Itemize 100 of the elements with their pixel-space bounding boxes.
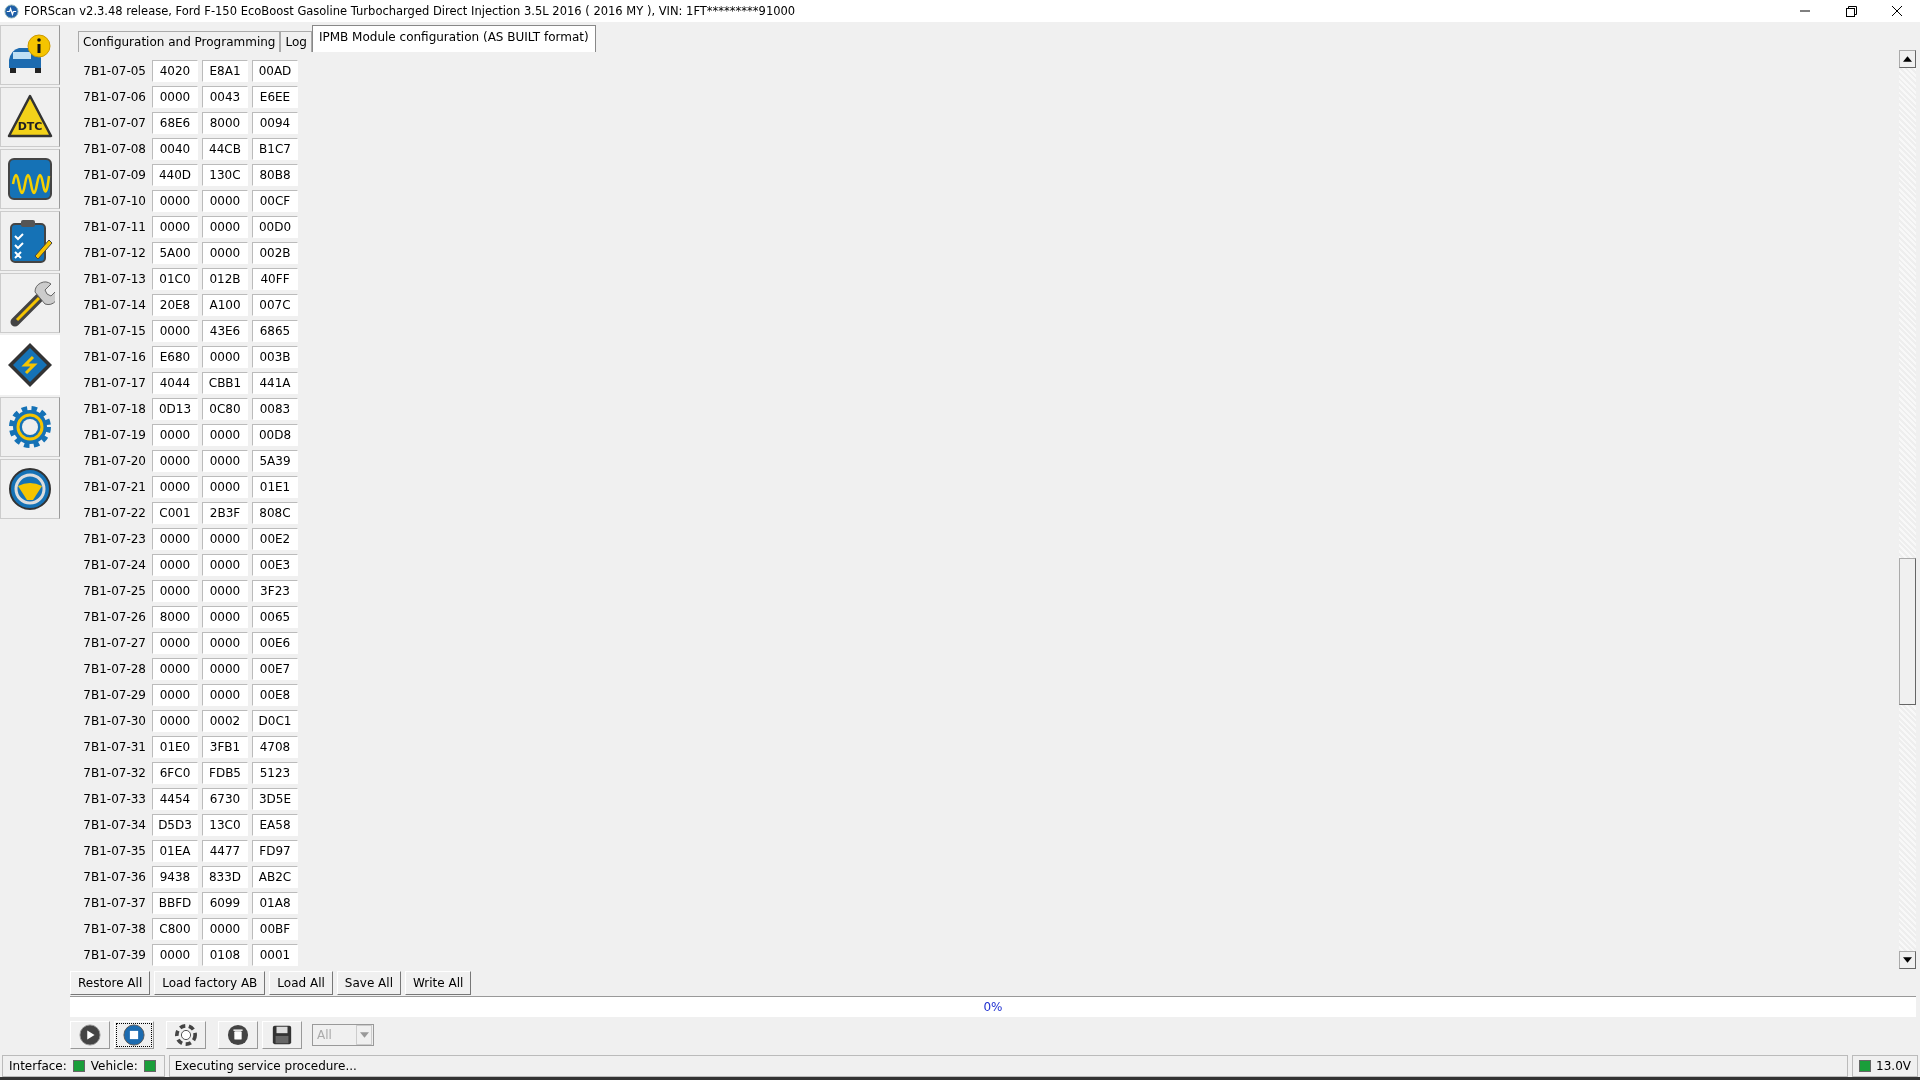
hex-value-field[interactable]: 2B3F — [202, 502, 248, 524]
hex-value-field[interactable]: 0000 — [202, 476, 248, 498]
hex-value-field[interactable]: 13C0 — [202, 814, 248, 836]
hex-value-field[interactable]: 0000 — [152, 476, 198, 498]
hex-value-field[interactable]: 3FB1 — [202, 736, 248, 758]
hex-value-field[interactable]: 0000 — [152, 580, 198, 602]
hex-value-field[interactable]: 130C — [202, 164, 248, 186]
hex-value-field[interactable]: C800 — [152, 918, 198, 940]
hex-value-field[interactable]: E8A1 — [202, 60, 248, 82]
hex-value-field[interactable]: 0000 — [202, 190, 248, 212]
action-button[interactable]: Restore All — [70, 971, 151, 995]
hex-value-field[interactable]: 8000 — [202, 112, 248, 134]
hex-value-field[interactable]: 00E3 — [252, 554, 298, 576]
hex-value-field[interactable]: 00E6 — [252, 632, 298, 654]
hex-value-field[interactable]: E680 — [152, 346, 198, 368]
toolbar-button[interactable] — [70, 1021, 110, 1049]
hex-value-field[interactable]: 0001 — [252, 944, 298, 966]
hex-value-field[interactable]: FD97 — [252, 840, 298, 862]
hex-value-field[interactable]: 0C80 — [202, 398, 248, 420]
hex-value-field[interactable]: 00CF — [252, 190, 298, 212]
hex-value-field[interactable]: 0000 — [152, 190, 198, 212]
hex-value-field[interactable]: 0000 — [152, 424, 198, 446]
hex-value-field[interactable]: 440D — [152, 164, 198, 186]
action-button[interactable]: Write All — [405, 971, 472, 995]
hex-value-field[interactable]: 0000 — [202, 580, 248, 602]
toolbar-button[interactable] — [218, 1021, 258, 1049]
hex-value-field[interactable]: 4044 — [152, 372, 198, 394]
toolbar-button[interactable] — [114, 1021, 154, 1049]
hex-value-field[interactable]: 20E8 — [152, 294, 198, 316]
hex-value-field[interactable]: 0065 — [252, 606, 298, 628]
hex-value-field[interactable]: 0000 — [152, 684, 198, 706]
hex-value-field[interactable]: 012B — [202, 268, 248, 290]
hex-value-field[interactable]: 0108 — [202, 944, 248, 966]
hex-value-field[interactable]: 0000 — [202, 658, 248, 680]
hex-value-field[interactable]: C001 — [152, 502, 198, 524]
hex-value-field[interactable]: BBFD — [152, 892, 198, 914]
lifebuoy-icon[interactable] — [175, 1024, 197, 1046]
trash-icon[interactable] — [227, 1024, 249, 1046]
hex-value-field[interactable]: 6FC0 — [152, 762, 198, 784]
hex-value-field[interactable]: 0000 — [152, 86, 198, 108]
hex-value-field[interactable]: 00BF — [252, 918, 298, 940]
hex-value-field[interactable]: 6099 — [202, 892, 248, 914]
hex-value-field[interactable]: 00E7 — [252, 658, 298, 680]
sidebar-button[interactable] — [0, 273, 60, 333]
hex-value-field[interactable]: 0000 — [152, 658, 198, 680]
hex-value-field[interactable]: 4020 — [152, 60, 198, 82]
hex-value-field[interactable]: 0000 — [152, 554, 198, 576]
sidebar-button[interactable] — [0, 25, 60, 85]
hex-value-field[interactable]: 0000 — [202, 684, 248, 706]
scroll-down-icon[interactable] — [1899, 951, 1916, 969]
hex-value-field[interactable]: 0000 — [152, 320, 198, 342]
hex-value-field[interactable]: 0002 — [202, 710, 248, 732]
hex-value-field[interactable]: EA58 — [252, 814, 298, 836]
hex-value-field[interactable]: AB2C — [252, 866, 298, 888]
tab[interactable]: Log — [280, 31, 312, 52]
hex-value-field[interactable]: D5D3 — [152, 814, 198, 836]
hex-value-field[interactable]: 3F23 — [252, 580, 298, 602]
hex-value-field[interactable]: 5A39 — [252, 450, 298, 472]
hex-value-field[interactable]: 0000 — [152, 528, 198, 550]
hex-value-field[interactable]: 0000 — [202, 424, 248, 446]
hex-value-field[interactable]: 0000 — [202, 918, 248, 940]
hex-value-field[interactable]: 0000 — [202, 632, 248, 654]
hex-value-field[interactable]: 007C — [252, 294, 298, 316]
hex-value-field[interactable]: 4477 — [202, 840, 248, 862]
hex-value-field[interactable]: 0000 — [202, 346, 248, 368]
hex-value-field[interactable]: 01C0 — [152, 268, 198, 290]
hex-value-field[interactable]: FDB5 — [202, 762, 248, 784]
hex-value-field[interactable]: 441A — [252, 372, 298, 394]
hex-value-field[interactable]: 4708 — [252, 736, 298, 758]
hex-value-field[interactable]: 01E0 — [152, 736, 198, 758]
play-icon[interactable] — [79, 1024, 101, 1046]
hex-value-field[interactable]: 01A8 — [252, 892, 298, 914]
hex-value-field[interactable]: 01E1 — [252, 476, 298, 498]
hex-value-field[interactable]: 0000 — [152, 450, 198, 472]
hex-value-field[interactable]: B1C7 — [252, 138, 298, 160]
hex-value-field[interactable]: 0000 — [202, 606, 248, 628]
hex-value-field[interactable]: 00E2 — [252, 528, 298, 550]
hex-value-field[interactable]: 5123 — [252, 762, 298, 784]
hex-value-field[interactable]: 00E8 — [252, 684, 298, 706]
hex-value-field[interactable]: 01EA — [152, 840, 198, 862]
hex-value-field[interactable]: 8000 — [152, 606, 198, 628]
sidebar-button[interactable] — [0, 149, 60, 209]
hex-value-field[interactable]: 0083 — [252, 398, 298, 420]
scroll-thumb[interactable] — [1899, 558, 1916, 705]
hex-value-field[interactable]: 43E6 — [202, 320, 248, 342]
hex-value-field[interactable]: 0000 — [202, 242, 248, 264]
hex-value-field[interactable]: 0000 — [202, 554, 248, 576]
hex-value-field[interactable]: 00AD — [252, 60, 298, 82]
hex-value-field[interactable]: 6865 — [252, 320, 298, 342]
hex-value-field[interactable]: 0000 — [152, 710, 198, 732]
hex-value-field[interactable]: 0000 — [202, 528, 248, 550]
hex-value-field[interactable]: 833D — [202, 866, 248, 888]
hex-value-field[interactable]: 00D0 — [252, 216, 298, 238]
hex-value-field[interactable]: 5A00 — [152, 242, 198, 264]
toolbar-button[interactable] — [262, 1021, 302, 1049]
sidebar-button[interactable] — [0, 459, 60, 519]
hex-value-field[interactable]: 00D8 — [252, 424, 298, 446]
hex-value-field[interactable]: 003B — [252, 346, 298, 368]
hex-value-field[interactable]: 68E6 — [152, 112, 198, 134]
hex-value-field[interactable]: 0094 — [252, 112, 298, 134]
